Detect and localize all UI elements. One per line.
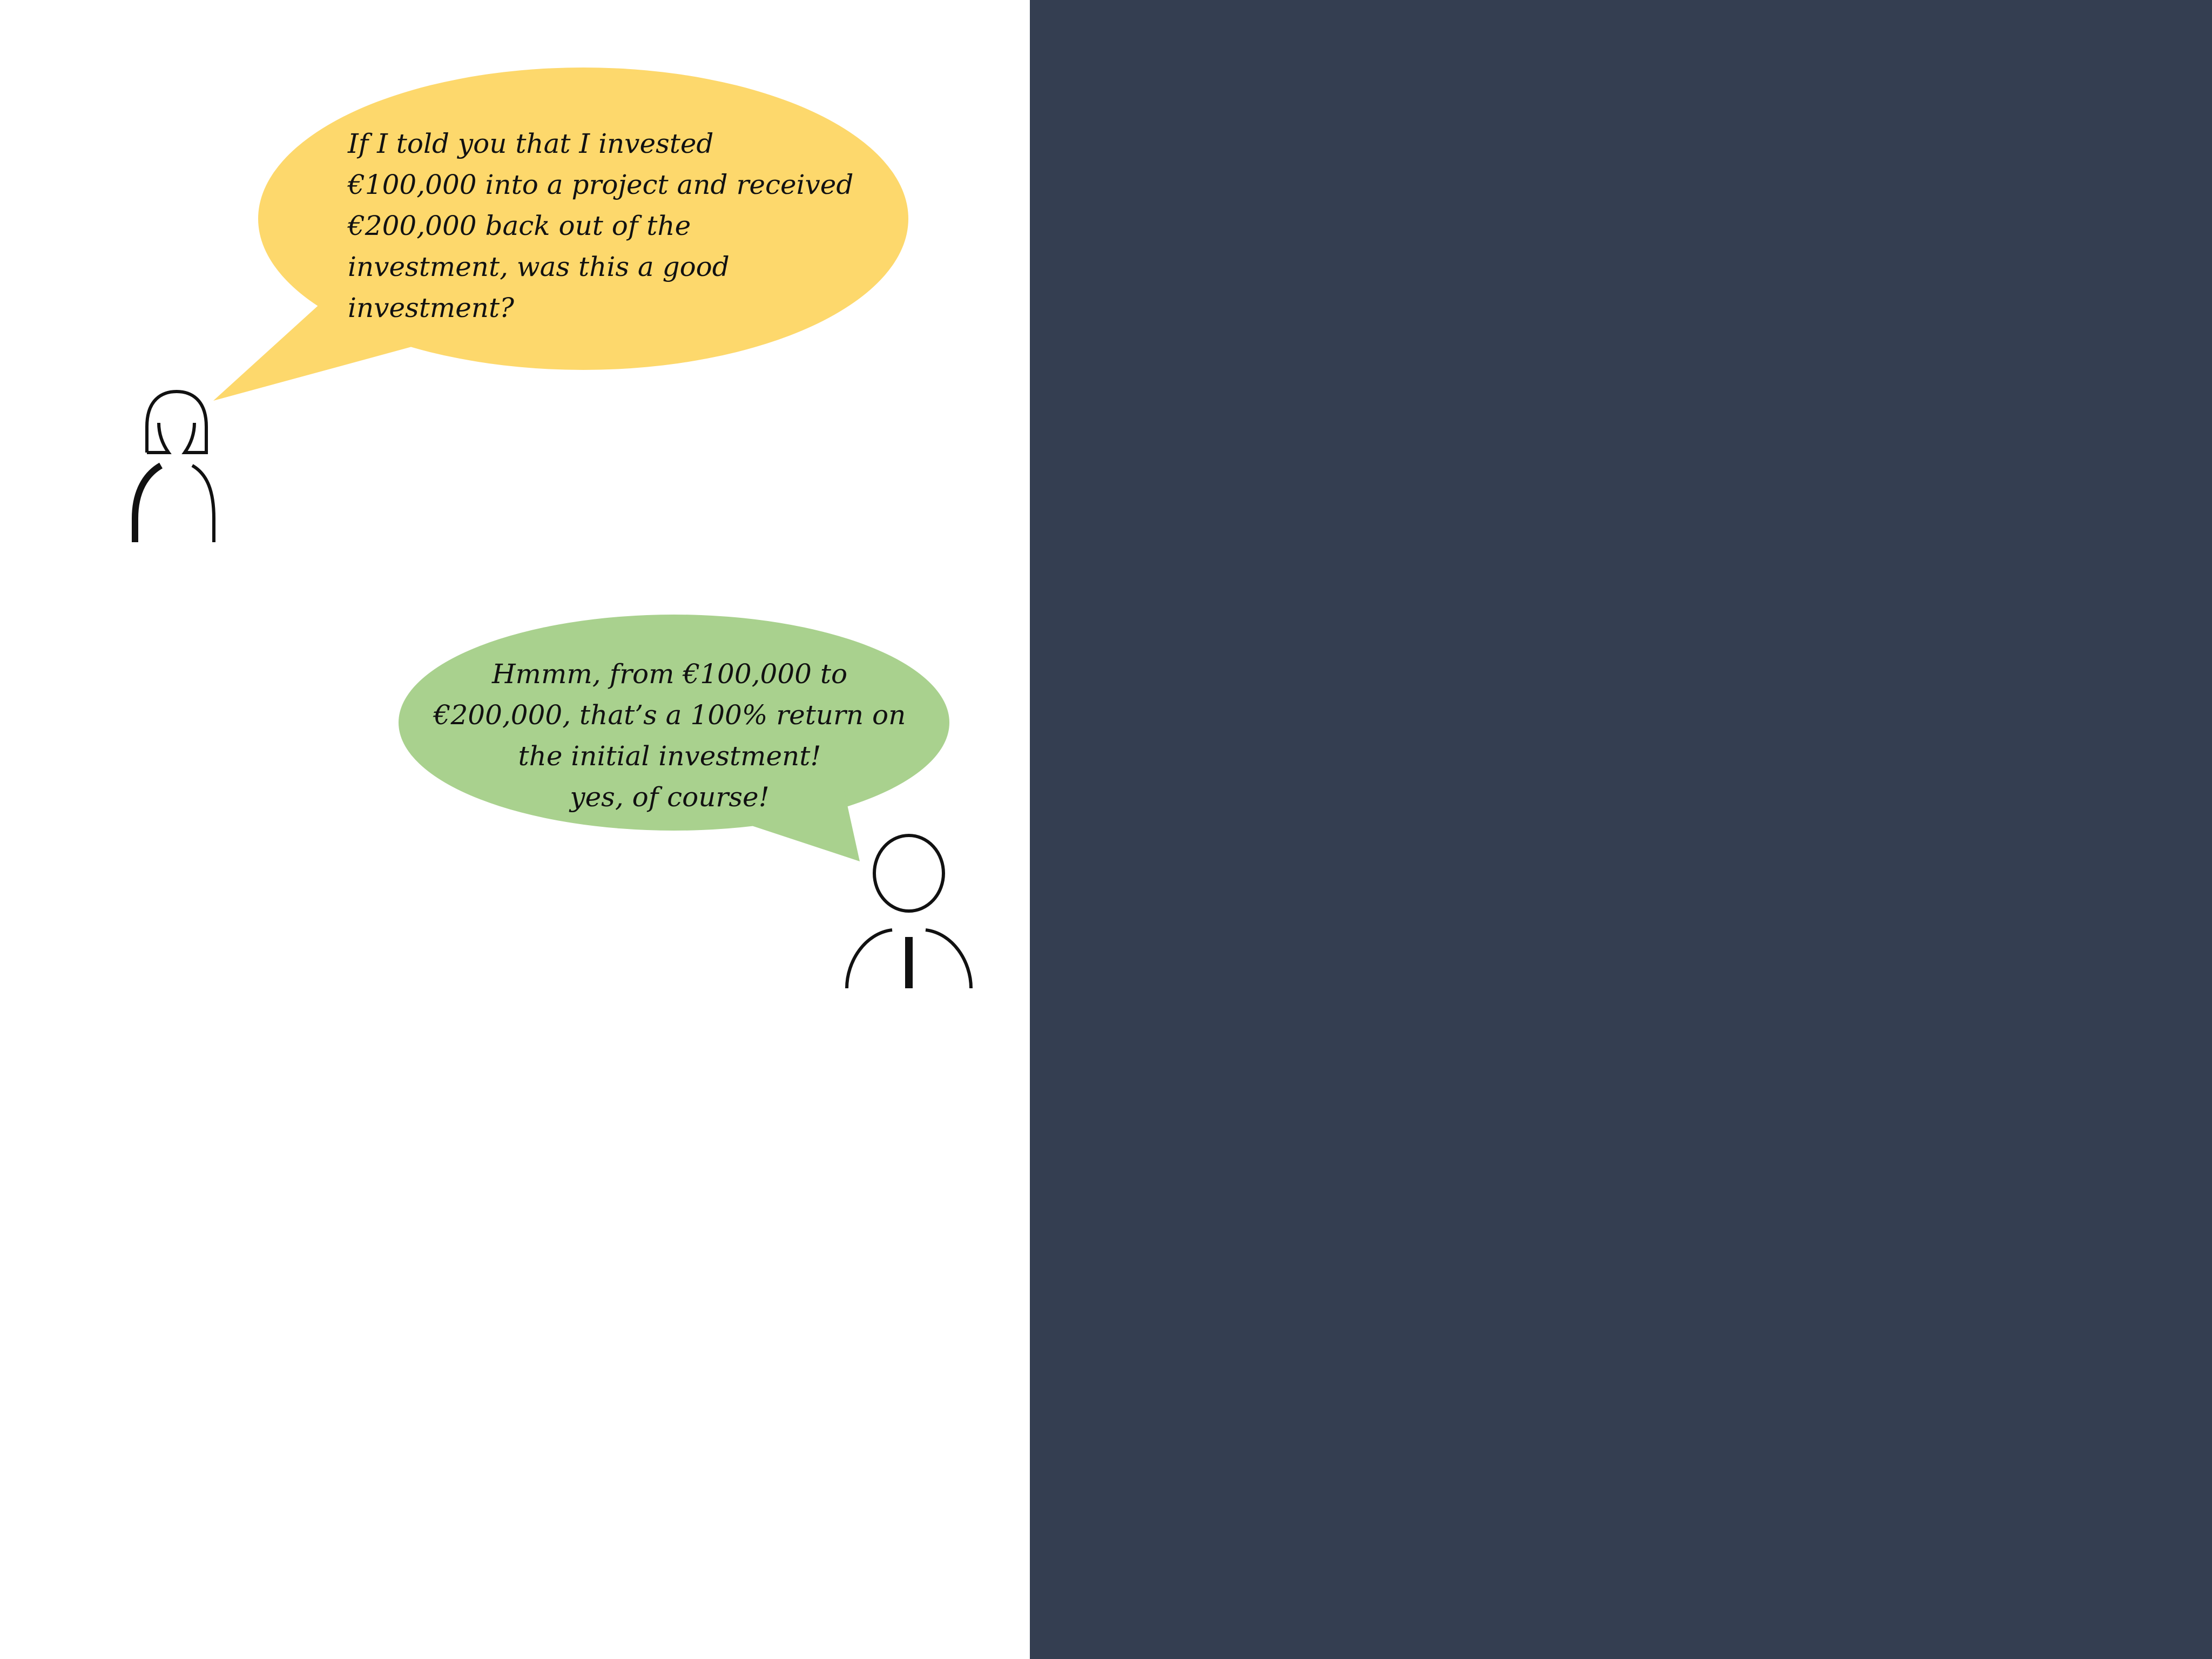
woman-speech-line: investment? [348,292,514,323]
man-speech-line: yes, of course! [570,781,770,813]
right-panel [1030,0,2212,1659]
man-speech-line: €200,000, that’s a 100% return on [433,699,906,731]
woman-speech-line: If I told you that I invested [348,128,714,159]
woman-speech-line: investment, was this a good [348,251,730,282]
slide: If I told you that I invested €100,000 i… [0,0,2212,1659]
man-speech-line: Hmmm, from €100,000 to [491,658,848,690]
woman-speech-line: €200,000 back out of the [348,210,691,241]
woman-speech-line: €100,000 into a project and received [348,169,854,200]
woman-figure-icon [132,389,215,542]
man-figure-icon [845,834,973,989]
woman-speech-text: If I told you that I invested €100,000 i… [348,123,866,328]
man-speech-line: the initial investment! [518,740,821,772]
man-speech-text: Hmmm, from €100,000 to €200,000, that’s … [416,653,923,818]
